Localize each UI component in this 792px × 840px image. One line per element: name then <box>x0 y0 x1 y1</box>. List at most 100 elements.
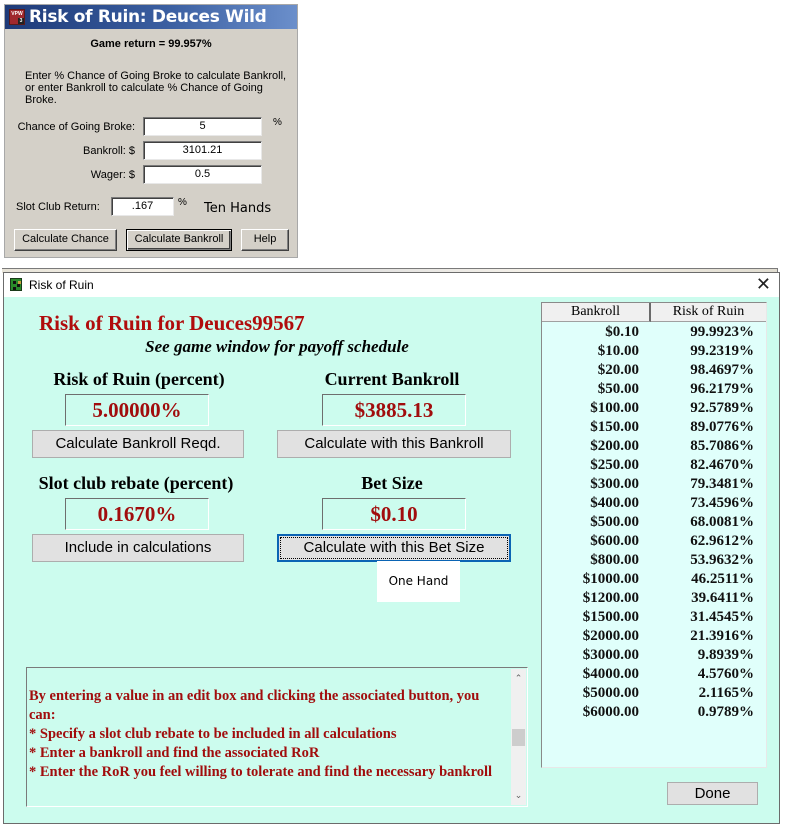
table-row[interactable]: $500.00 68.0081% <box>542 513 766 532</box>
current-bankroll-input[interactable]: $3885.13 <box>322 394 466 426</box>
slot-club-percent-sign: % <box>178 197 187 208</box>
risk-cell: 31.4545% <box>690 609 754 625</box>
risk-cell: 0.9789% <box>697 704 754 720</box>
table-row[interactable]: $4000.00 4.5760% <box>542 665 766 684</box>
current-bankroll-label: Current Bankroll <box>324 369 460 389</box>
slot-club-rebate-label: Slot club rebate (percent) <box>38 473 234 493</box>
bankroll-cell: $800.00 <box>590 552 639 568</box>
bankroll-cell: $150.00 <box>590 419 639 435</box>
bankroll-cell: $200.00 <box>590 438 639 454</box>
bankroll-cell: $250.00 <box>590 457 639 473</box>
table-row[interactable]: $50.00 96.2179% <box>542 380 766 399</box>
bankroll-cell: $1000.00 <box>582 571 639 587</box>
bankroll-cell: $6000.00 <box>582 704 639 720</box>
game-return: Game return = 99.957% <box>90 38 212 50</box>
table-row[interactable]: $150.00 89.0776% <box>542 418 766 437</box>
slot-club-rebate-input[interactable]: 0.1670% <box>65 498 209 530</box>
column-header-bankroll[interactable]: Bankroll <box>542 303 651 322</box>
main-title: Risk of Ruin for Deuces99567 <box>39 311 305 335</box>
info-message-box[interactable]: By entering a value in an edit box and c… <box>26 667 528 807</box>
risk-cell: 9.8939% <box>697 647 754 663</box>
bankroll-cell: $500.00 <box>590 514 639 530</box>
message-line: * Enter a bankroll and find the associat… <box>29 745 320 761</box>
column-header-risk-of-ruin[interactable]: Risk of Ruin <box>651 303 766 322</box>
message-line: By entering a value in an edit box and c… <box>29 688 480 723</box>
bankroll-label: Bankroll: $ <box>83 145 135 157</box>
table-row[interactable]: $10.00 99.2319% <box>542 342 766 361</box>
risk-cell: 46.2511% <box>691 571 754 587</box>
bankroll-cell: $1200.00 <box>582 590 639 606</box>
slot-club-input[interactable]: .167 <box>111 197 174 216</box>
include-in-calculations-button[interactable]: Include in calculations <box>32 534 244 562</box>
bankroll-cell: $300.00 <box>590 476 639 492</box>
hands-label: Ten Hands <box>204 201 272 216</box>
table-row[interactable]: $0.10 99.9923% <box>542 323 766 342</box>
done-button[interactable]: Done <box>667 782 758 805</box>
bet-size-input[interactable]: $0.10 <box>322 498 466 530</box>
table-row[interactable]: $800.00 53.9632% <box>542 551 766 570</box>
chance-input[interactable]: 5 <box>143 117 262 136</box>
window-title: Risk of Ruin <box>29 278 94 292</box>
dialog-title: Risk of Ruin: Deuces Wild <box>29 7 267 27</box>
hands-label: One Hand <box>377 561 460 602</box>
wager-input[interactable]: 0.5 <box>143 165 262 184</box>
app-icon <box>10 278 22 291</box>
risk-cell: 4.5760% <box>697 666 754 682</box>
table-row[interactable]: $400.00 73.4596% <box>542 494 766 513</box>
bankroll-cell: $4000.00 <box>582 666 639 682</box>
calculate-chance-button[interactable]: Calculate Chance <box>14 229 117 251</box>
risk-of-ruin-window: Risk of Ruin ✕ Risk of Ruin for Deuces99… <box>3 272 780 824</box>
title-bar: Risk of Ruin ✕ <box>4 273 779 297</box>
table-row[interactable]: $250.00 82.4670% <box>542 456 766 475</box>
bankroll-input[interactable]: 3101.21 <box>143 141 262 160</box>
instructions-text: Enter % Chance of Going Broke to calcula… <box>25 70 287 106</box>
close-icon[interactable]: ✕ <box>756 274 771 296</box>
bankroll-cell: $3000.00 <box>582 647 639 663</box>
risk-cell: 96.2179% <box>690 381 754 397</box>
calculate-with-bankroll-button[interactable]: Calculate with this Bankroll <box>277 430 511 458</box>
risk-table[interactable]: Bankroll Risk of Ruin $0.10 99.9923% $10.0… <box>541 302 767 768</box>
chance-percent-sign: % <box>273 117 282 128</box>
table-row[interactable]: $1500.00 31.4545% <box>542 608 766 627</box>
scroll-thumb[interactable] <box>512 729 525 746</box>
deuces-wild-dialog: VPW 3 Risk of Ruin: Deuces Wild Game retu… <box>4 4 298 258</box>
bankroll-cell: $20.00 <box>597 362 639 378</box>
risk-cell: 79.3481% <box>690 476 754 492</box>
help-button[interactable]: Help <box>241 229 289 251</box>
vpw-app-icon: VPW 3 <box>9 9 25 25</box>
calculate-bankroll-button[interactable]: Calculate Bankroll <box>126 229 232 251</box>
vertical-scrollbar[interactable]: ⌃ ⌄ <box>511 669 526 805</box>
bankroll-cell: $600.00 <box>590 533 639 549</box>
calculate-with-bet-size-button[interactable]: Calculate with this Bet Size <box>277 534 511 562</box>
risk-cell: 39.6411% <box>691 590 754 606</box>
risk-cell: 85.7086% <box>690 438 754 454</box>
risk-cell: 73.4596% <box>690 495 754 511</box>
table-row[interactable]: $20.00 98.4697% <box>542 361 766 380</box>
table-row[interactable]: $2000.00 21.3916% <box>542 627 766 646</box>
table-row[interactable]: $1000.00 46.2511% <box>542 570 766 589</box>
table-body: $0.10 99.9923% $10.00 99.2319% $20.00 98.4697… <box>542 323 766 722</box>
risk-of-ruin-label: Risk of Ruin (percent) <box>53 369 225 389</box>
scroll-up-icon[interactable]: ⌃ <box>511 671 526 686</box>
bankroll-cell: $0.10 <box>605 324 639 340</box>
wager-label: Wager: $ <box>90 169 135 181</box>
table-row[interactable]: $6000.00 0.9789% <box>542 703 766 722</box>
risk-cell: 21.3916% <box>690 628 754 644</box>
table-row[interactable]: $600.00 62.9612% <box>542 532 766 551</box>
risk-of-ruin-input[interactable]: 5.00000% <box>65 394 209 426</box>
table-row[interactable]: $5000.00 2.1165% <box>542 684 766 703</box>
scroll-down-icon[interactable]: ⌄ <box>511 788 526 803</box>
table-row[interactable]: $200.00 85.7086% <box>542 437 766 456</box>
table-row[interactable]: $300.00 79.3481% <box>542 475 766 494</box>
table-row[interactable]: $1200.00 39.6411% <box>542 589 766 608</box>
table-row[interactable]: $3000.00 9.8939% <box>542 646 766 665</box>
calculate-bankroll-reqd-button[interactable]: Calculate Bankroll Reqd. <box>32 430 244 458</box>
bankroll-cell: $10.00 <box>597 343 639 359</box>
bankroll-cell: $5000.00 <box>582 685 639 701</box>
info-message-text: By entering a value in an edit box and c… <box>29 687 509 782</box>
table-row[interactable]: $100.00 92.5789% <box>542 399 766 418</box>
risk-cell: 99.2319% <box>690 343 754 359</box>
subtitle: See game window for payoff schedule <box>145 337 409 356</box>
risk-cell: 62.9612% <box>690 533 754 549</box>
bankroll-cell: $100.00 <box>590 400 639 416</box>
